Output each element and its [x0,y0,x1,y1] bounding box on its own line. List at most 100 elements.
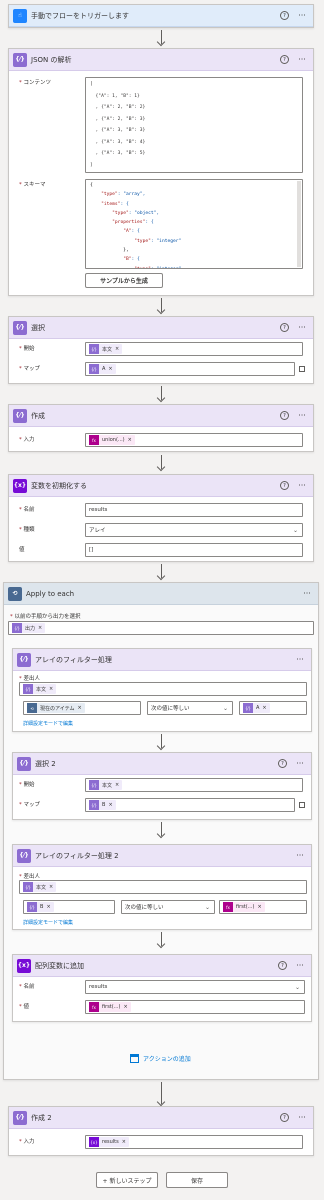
close-icon[interactable]: × [115,782,119,788]
edit-advanced-mode-link[interactable]: 詳細設定モードで編集 [23,720,73,727]
apply-to-each-title: Apply to each [26,589,75,598]
more-options-icon[interactable]: ··· [293,851,307,860]
first-expression-token[interactable]: fx first(...) × [89,1002,131,1012]
append-value-field[interactable]: fx first(...) × [85,1000,305,1014]
close-icon[interactable]: × [108,802,112,808]
trigger-header[interactable]: ☝ 手動でフローをトリガーします ? ··· [9,5,313,27]
condition-operator-select[interactable]: 次の値に等しい ⌄ [147,701,233,715]
variable-value-input[interactable]: [] [85,543,303,557]
body-token[interactable]: {⁄} 本文 × [89,344,123,354]
select-header[interactable]: {⁄} 選択 ? ··· [9,317,313,339]
b-token[interactable]: {⁄} B × [27,902,54,912]
filter-from-field[interactable]: {⁄} 本文 × [19,880,307,894]
a-token[interactable]: {⁄} A × [89,364,116,374]
more-options-icon[interactable]: ··· [295,11,309,20]
initialize-variable-header[interactable]: {x} 変数を初期化する ? ··· [9,475,313,497]
more-options-icon[interactable]: ··· [295,323,309,332]
variable-type-select[interactable]: アレイ ⌄ [85,523,303,537]
condition-left-field[interactable]: {⁄} B × [23,900,115,914]
connector-arrow [161,822,162,836]
data-operation-icon: {⁄} [27,902,37,912]
first-expression-token[interactable]: fx first(...) × [223,902,265,912]
close-icon[interactable]: × [108,366,112,372]
body-token[interactable]: {⁄} 本文 × [89,780,123,790]
compose-2-header[interactable]: {⁄} 作成 2 ? ··· [9,1107,313,1129]
content-field[interactable]: [ {"A": 1, "B": 1} , {"A": 2, "B": 2} , … [85,77,303,173]
data-operation-icon: {⁄} [13,52,27,67]
apply-to-each-header[interactable]: ⟲ Apply to each ··· [4,583,318,605]
generate-from-sample-button[interactable]: サンプルから生成 [85,273,163,288]
filter-array-2-header[interactable]: {⁄} アレイのフィルター処理 2 ··· [13,845,311,867]
loop-icon: ⟲ [27,703,37,713]
schema-value: : { [131,257,140,263]
union-expression-token[interactable]: fx union(...) × [89,435,135,445]
variable-name-input[interactable]: results [85,503,303,517]
append-array-variable-header[interactable]: {x} 配列変数に追加 ? ··· [13,955,311,977]
more-options-icon[interactable]: ··· [293,655,307,664]
function-icon: fx [89,1002,99,1012]
switch-mode-icon[interactable] [299,366,305,372]
close-icon[interactable]: × [128,437,132,443]
condition-operator-select[interactable]: 次の値に等しい ⌄ [121,900,215,914]
condition-right-field[interactable]: fx first(...) × [219,900,307,914]
help-icon[interactable]: ? [278,961,287,970]
condition-left-field[interactable]: ⟲ 現在のアイテム × [23,701,141,715]
schema-editor[interactable]: { "type": "array", "items": { "type": "o… [85,179,303,269]
map-field[interactable]: {⁄} A × [85,362,295,376]
b-token[interactable]: {⁄} B × [89,800,116,810]
select-2-header[interactable]: {⁄} 選択 2 ? ··· [13,753,311,775]
more-options-icon[interactable]: ··· [300,589,314,598]
select-output-field[interactable]: {⁄} 出力 × [8,621,314,635]
schema-value: }, [123,248,129,254]
close-icon[interactable]: × [49,686,53,692]
close-icon[interactable]: × [262,705,266,711]
filter-array-header[interactable]: {⁄} アレイのフィルター処理 ··· [13,649,311,671]
from-field[interactable]: {⁄} 本文 × [85,778,303,792]
help-icon[interactable]: ? [280,11,289,20]
filter-from-field[interactable]: {⁄} 本文 × [19,682,307,696]
parse-json-header[interactable]: {⁄} JSON の解析 ? ··· [9,49,313,71]
close-icon[interactable]: × [123,1004,127,1010]
schema-scrollbar[interactable] [297,181,301,267]
more-options-icon[interactable]: ··· [295,1113,309,1122]
input-field[interactable]: fx union(...) × [85,433,303,447]
current-item-token[interactable]: ⟲ 現在のアイテム × [27,703,85,713]
data-operation-icon: {⁄} [12,623,22,633]
schema-indent [90,202,101,207]
switch-mode-icon[interactable] [299,802,305,808]
new-step-button[interactable]: + 新しいステップ [96,1172,158,1188]
map-field[interactable]: {⁄} B × [85,798,295,812]
close-icon[interactable]: × [46,904,50,910]
a-token[interactable]: {⁄} A × [243,703,270,713]
more-options-icon[interactable]: ··· [293,961,307,970]
help-icon[interactable]: ? [280,55,289,64]
body-token[interactable]: {⁄} 本文 × [23,684,57,694]
edit-advanced-mode-link[interactable]: 詳細設定モードで編集 [23,919,73,926]
more-options-icon[interactable]: ··· [295,481,309,490]
close-icon[interactable]: × [122,1139,126,1145]
close-icon[interactable]: × [78,705,82,711]
help-icon[interactable]: ? [280,481,289,490]
output-token[interactable]: {⁄} 出力 × [12,623,46,633]
variable-name-select[interactable]: results ⌄ [85,980,305,994]
input-field[interactable]: {x} results × [85,1135,303,1149]
trigger-card[interactable]: ☝ 手動でフローをトリガーします ? ··· [8,4,314,28]
close-icon[interactable]: × [49,884,53,890]
help-icon[interactable]: ? [278,759,287,768]
compose-header[interactable]: {⁄} 作成 ? ··· [9,405,313,427]
more-options-icon[interactable]: ··· [295,55,309,64]
from-field[interactable]: {⁄} 本文 × [85,342,303,356]
more-options-icon[interactable]: ··· [293,759,307,768]
results-variable-token[interactable]: {x} results × [89,1137,129,1147]
close-icon[interactable]: × [257,904,261,910]
condition-right-field[interactable]: {⁄} A × [239,701,307,715]
close-icon[interactable]: × [115,346,119,352]
more-options-icon[interactable]: ··· [295,411,309,420]
help-icon[interactable]: ? [280,411,289,420]
add-action-button[interactable]: アクションの追加 [130,1054,191,1063]
close-icon[interactable]: × [38,625,42,631]
save-button[interactable]: 保存 [166,1172,228,1188]
body-token[interactable]: {⁄} 本文 × [23,882,57,892]
help-icon[interactable]: ? [280,323,289,332]
help-icon[interactable]: ? [280,1113,289,1122]
